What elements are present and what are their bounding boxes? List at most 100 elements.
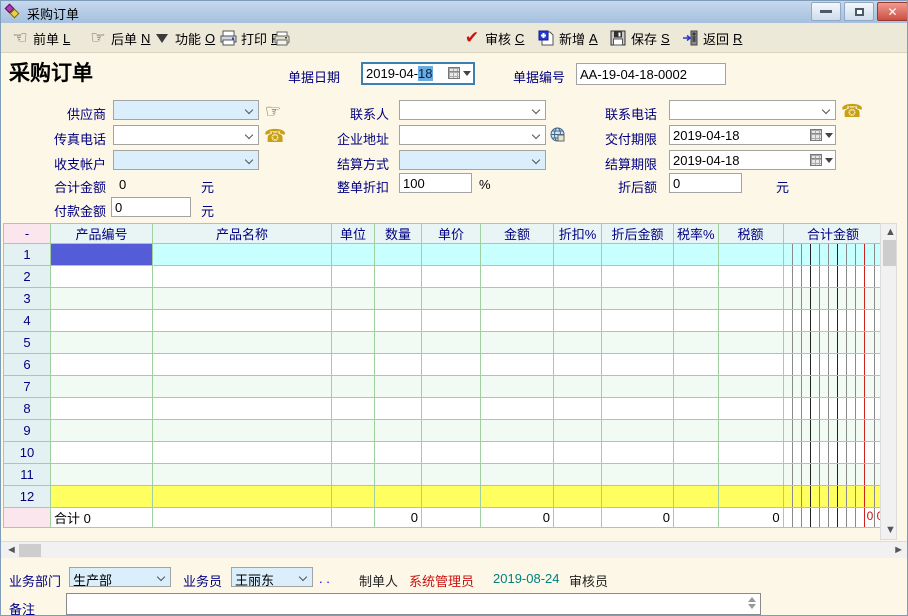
grid-cell[interactable] bbox=[332, 332, 375, 354]
grid-cell[interactable] bbox=[718, 464, 783, 486]
grid-cell[interactable] bbox=[375, 310, 422, 332]
grid-cell[interactable] bbox=[674, 310, 719, 332]
grid-cell[interactable] bbox=[153, 376, 332, 398]
grid-cell[interactable] bbox=[602, 332, 674, 354]
grid-cell[interactable] bbox=[718, 354, 783, 376]
delivery-date-picker-button[interactable] bbox=[807, 128, 833, 142]
grid-cell[interactable] bbox=[554, 288, 602, 310]
grid-cell[interactable] bbox=[153, 310, 332, 332]
grid-cell[interactable] bbox=[153, 244, 332, 266]
grid-cell[interactable] bbox=[375, 486, 422, 508]
grid-cell[interactable] bbox=[481, 266, 554, 288]
grid-cell[interactable] bbox=[153, 266, 332, 288]
phone-icon[interactable]: ☎ bbox=[841, 101, 863, 122]
grid-cell[interactable] bbox=[674, 398, 719, 420]
grid-cell[interactable] bbox=[153, 442, 332, 464]
grid-cell[interactable] bbox=[674, 288, 719, 310]
grid-cell[interactable] bbox=[602, 244, 674, 266]
grid-cell[interactable] bbox=[718, 442, 783, 464]
restore-button[interactable] bbox=[844, 2, 874, 21]
grid-cell[interactable] bbox=[153, 420, 332, 442]
doc-no-input[interactable] bbox=[576, 63, 726, 85]
grid-cell[interactable] bbox=[718, 244, 783, 266]
contact-phone-combobox[interactable] bbox=[669, 100, 836, 120]
grid-cell[interactable] bbox=[602, 288, 674, 310]
ellipsis-button[interactable]: . . bbox=[319, 571, 330, 586]
grid-cell[interactable] bbox=[674, 354, 719, 376]
grid-cell[interactable] bbox=[783, 398, 883, 420]
scroll-up-icon[interactable]: ▲ bbox=[885, 227, 896, 238]
grid-cell[interactable] bbox=[783, 420, 883, 442]
grid-cell[interactable] bbox=[422, 332, 481, 354]
grid-cell[interactable] bbox=[602, 420, 674, 442]
grid-cell[interactable] bbox=[375, 464, 422, 486]
grid-cell[interactable] bbox=[602, 442, 674, 464]
grid-cell[interactable] bbox=[422, 420, 481, 442]
fax-phone-icon[interactable]: ☎ bbox=[264, 126, 286, 147]
horizontal-scrollbar[interactable]: ◄ ► bbox=[1, 541, 908, 558]
grid-cell[interactable] bbox=[332, 464, 375, 486]
grid-cell[interactable] bbox=[481, 420, 554, 442]
grid-cell[interactable] bbox=[422, 244, 481, 266]
grid-cell[interactable] bbox=[51, 420, 153, 442]
grid-cell[interactable] bbox=[375, 332, 422, 354]
grid-cell[interactable] bbox=[375, 376, 422, 398]
settle-deadline-field[interactable]: 2019-04-18 bbox=[669, 150, 836, 170]
grid-cell[interactable] bbox=[674, 332, 719, 354]
settle-method-combobox[interactable] bbox=[399, 150, 546, 170]
grid-cell[interactable] bbox=[554, 244, 602, 266]
grid-cell[interactable] bbox=[375, 398, 422, 420]
supplier-picker-hand-icon[interactable]: ☞ bbox=[265, 101, 281, 122]
grid-cell[interactable] bbox=[51, 486, 153, 508]
supplier-combobox[interactable] bbox=[113, 100, 259, 120]
grid-cell[interactable] bbox=[153, 288, 332, 310]
grid-cell[interactable] bbox=[674, 464, 719, 486]
remark-input[interactable] bbox=[66, 593, 761, 615]
grid-cell[interactable] bbox=[554, 398, 602, 420]
delivery-deadline-field[interactable]: 2019-04-18 bbox=[669, 125, 836, 145]
grid-cell[interactable] bbox=[718, 398, 783, 420]
grid-cell[interactable] bbox=[783, 354, 883, 376]
horizontal-scroll-thumb[interactable] bbox=[19, 544, 41, 557]
grid-cell[interactable] bbox=[422, 464, 481, 486]
back-button[interactable]: 返回R bbox=[677, 26, 746, 50]
row-number[interactable]: 10 bbox=[4, 442, 51, 464]
close-button[interactable]: ✕ bbox=[877, 2, 908, 21]
grid-cell[interactable] bbox=[332, 376, 375, 398]
grid-cell[interactable] bbox=[783, 486, 883, 508]
grid-cell[interactable] bbox=[332, 442, 375, 464]
grid-cell[interactable] bbox=[674, 244, 719, 266]
printer-quick-button[interactable] bbox=[269, 26, 295, 50]
row-number[interactable]: 6 bbox=[4, 354, 51, 376]
grid-cell[interactable] bbox=[718, 310, 783, 332]
grid-cell[interactable] bbox=[332, 354, 375, 376]
grid-cell[interactable] bbox=[153, 398, 332, 420]
grid-cell[interactable] bbox=[481, 288, 554, 310]
row-number[interactable]: 11 bbox=[4, 464, 51, 486]
grid-cell[interactable] bbox=[422, 486, 481, 508]
audit-button[interactable]: ✔ 审核C bbox=[459, 26, 528, 50]
grid-cell[interactable] bbox=[783, 332, 883, 354]
discounted-amount-input[interactable] bbox=[669, 173, 742, 193]
grid-cell[interactable] bbox=[375, 266, 422, 288]
grid-cell[interactable] bbox=[674, 376, 719, 398]
grid-cell[interactable] bbox=[554, 486, 602, 508]
grid-cell[interactable] bbox=[602, 354, 674, 376]
row-number[interactable]: 9 bbox=[4, 420, 51, 442]
department-combobox[interactable]: 生产部 bbox=[69, 567, 171, 587]
grid-cell[interactable] bbox=[554, 420, 602, 442]
grid-cell[interactable] bbox=[554, 354, 602, 376]
grid-cell[interactable] bbox=[422, 398, 481, 420]
grid-cell[interactable] bbox=[51, 354, 153, 376]
vertical-scroll-thumb[interactable] bbox=[883, 240, 896, 266]
grid-cell[interactable] bbox=[481, 442, 554, 464]
payment-amount-input[interactable] bbox=[111, 197, 191, 217]
grid-cell[interactable] bbox=[718, 420, 783, 442]
grid-cell[interactable] bbox=[153, 354, 332, 376]
grid-cell[interactable] bbox=[718, 376, 783, 398]
grid-cell[interactable] bbox=[332, 398, 375, 420]
grid-cell[interactable] bbox=[332, 266, 375, 288]
grid-cell[interactable] bbox=[332, 244, 375, 266]
grid-cell[interactable] bbox=[783, 288, 883, 310]
row-number[interactable]: 8 bbox=[4, 398, 51, 420]
